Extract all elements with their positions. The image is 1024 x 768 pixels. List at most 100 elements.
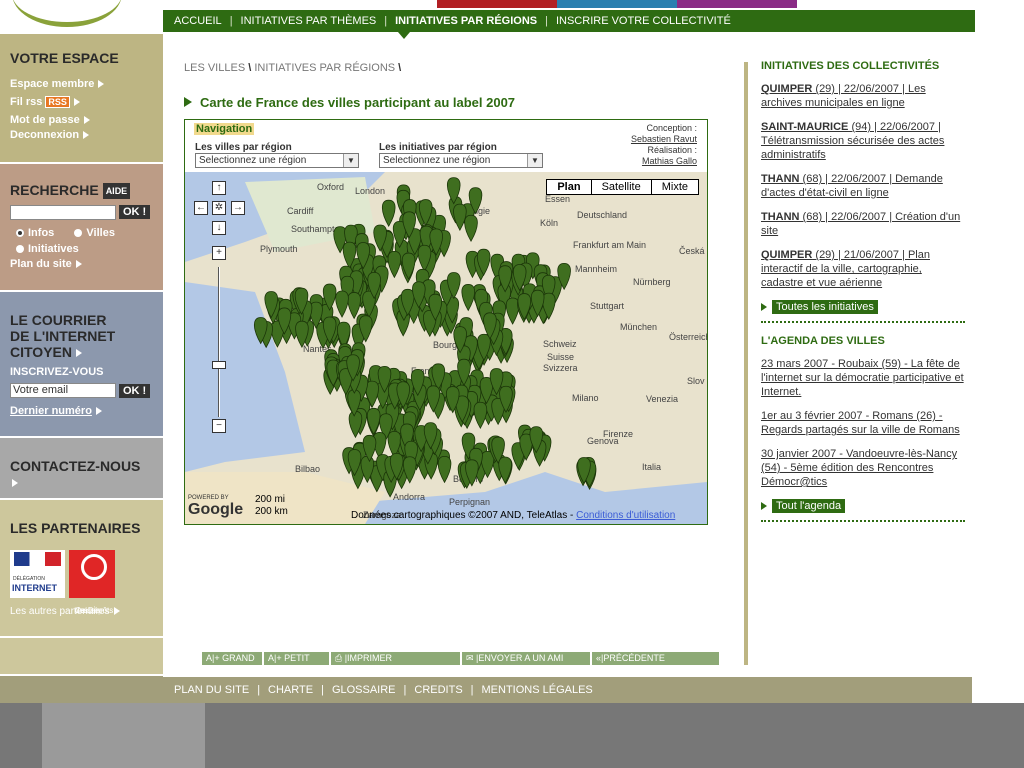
- radio-initiatives[interactable]: [16, 245, 24, 254]
- map-label: Oxford: [317, 182, 344, 192]
- map-label: Andorra: [393, 492, 425, 502]
- copyright-text: Données cartographiques ©2007 AND, TeleA…: [351, 510, 574, 521]
- search-ok-button[interactable]: OK !: [119, 205, 151, 220]
- nav-accueil[interactable]: ACCUEIL: [174, 15, 222, 27]
- terms-link[interactable]: Conditions d'utilisation: [576, 510, 675, 521]
- zoom-in-icon[interactable]: +: [212, 246, 226, 260]
- top-bar-purple: [677, 0, 797, 8]
- initiative-item[interactable]: QUIMPER (29) | 22/06/2007 | Les archives…: [761, 82, 965, 110]
- nav-regions[interactable]: INITIATIVES PAR RÉGIONS: [395, 15, 537, 27]
- initiatives-list: QUIMPER (29) | 22/06/2007 | Les archives…: [761, 82, 965, 290]
- rss-link[interactable]: Fil rss RSS: [10, 96, 153, 108]
- initiative-item[interactable]: THANN (68) | 22/06/2007 | Création d'un …: [761, 210, 965, 238]
- font-bigger-button[interactable]: A|+ GRAND: [202, 652, 262, 665]
- google-map[interactable]: London Cardiff Oxford Southampton Plymouth Be…: [185, 172, 707, 524]
- map-label: Slov: [687, 376, 705, 386]
- radio-villes-label: Villes: [86, 227, 115, 240]
- taskbar-window-button[interactable]: [42, 703, 205, 768]
- map-label: Venezia: [646, 394, 678, 404]
- print-button[interactable]: ⎙ |IMPRIMER: [331, 652, 460, 665]
- search-options-2: Initiatives: [10, 243, 153, 255]
- pan-up-icon[interactable]: ↑: [212, 181, 226, 195]
- radio-infos[interactable]: [16, 229, 24, 238]
- footer-plan[interactable]: PLAN DU SITE: [174, 684, 249, 696]
- pan-right-icon[interactable]: →: [231, 201, 245, 215]
- map-label: Frankfurt am Main: [573, 240, 646, 250]
- map-type-plan[interactable]: Plan: [547, 180, 590, 194]
- nav-separator: |: [384, 15, 388, 27]
- plan-site-link[interactable]: Plan du site: [10, 258, 153, 270]
- map-label: Perpignan: [449, 497, 490, 507]
- map-label: London: [355, 186, 385, 196]
- rss-icon: RSS: [45, 96, 70, 108]
- map-type-satellite[interactable]: Satellite: [590, 180, 651, 194]
- footer-charte[interactable]: CHARTE: [268, 684, 313, 696]
- footer-mentions[interactable]: MENTIONS LÉGALES: [482, 684, 593, 696]
- initiative-city: SAINT-MAURICE: [761, 121, 849, 133]
- initiatives-region-select[interactable]: Selectionnez une région: [379, 153, 543, 168]
- arrow-right-icon: [73, 98, 80, 107]
- search-title-label: RECHERCHE: [10, 182, 99, 198]
- logout-link[interactable]: Deconnexion: [10, 129, 153, 141]
- arrow-right-icon: [761, 502, 767, 510]
- espace-membre-link[interactable]: Espace membre: [10, 78, 153, 90]
- delegation-internet-logo[interactable]: DÉLÉGATION INTERNET: [10, 550, 65, 598]
- map-type-mixte[interactable]: Mixte: [650, 180, 698, 194]
- sidebar-spacer: [0, 638, 163, 676]
- map-label: Italia: [642, 462, 661, 472]
- font-smaller-button[interactable]: A|+ PETIT: [264, 652, 329, 665]
- arrow-right-icon: [83, 131, 90, 140]
- arrow-right-icon: [98, 80, 105, 89]
- zoom-out-icon[interactable]: −: [212, 419, 226, 433]
- partners-box: LES PARTENAIRES DÉLÉGATION INTERNET Caiss…: [0, 500, 163, 638]
- subscribe-ok-button[interactable]: OK !: [119, 383, 151, 398]
- conception-name-link[interactable]: Sebastien Ravut: [631, 134, 697, 144]
- initiative-item[interactable]: QUIMPER (29) | 21/06/2007 | Plan interac…: [761, 248, 965, 290]
- agenda-list: 23 mars 2007 - Roubaix (59) - La fête de…: [761, 357, 965, 489]
- zoom-slider[interactable]: [212, 267, 226, 417]
- footer-glossaire[interactable]: GLOSSAIRE: [332, 684, 396, 696]
- title-arrow-icon: [184, 97, 192, 107]
- previous-button[interactable]: «|PRÉCÉDENTE: [592, 652, 719, 665]
- help-button[interactable]: AIDE: [102, 183, 131, 200]
- all-agenda-button[interactable]: Tout l'agenda: [761, 499, 965, 513]
- radio-villes[interactable]: [74, 229, 83, 238]
- nav-themes[interactable]: INITIATIVES PAR THÈMES: [241, 15, 377, 27]
- all-initiatives-button[interactable]: Toutes les initiatives: [761, 300, 965, 314]
- caisse-depots-logo[interactable]: Caisse desDépôts: [69, 550, 115, 615]
- email-field[interactable]: Votre email: [10, 383, 116, 399]
- map-canvas[interactable]: LondonCardiffOxfordSouthamptonPlymouthBe…: [185, 172, 707, 524]
- send-friend-button[interactable]: ✉ |ENVOYER A UN AMI: [462, 652, 590, 665]
- map-label: Česká: [679, 246, 705, 256]
- breadcrumb-villes[interactable]: LES VILLES: [184, 62, 245, 74]
- map-label: Nürnberg: [633, 277, 671, 287]
- password-link[interactable]: Mot de passe: [10, 114, 153, 126]
- agenda-item[interactable]: 30 janvier 2007 - Vandoeuvre-lès-Nancy (…: [761, 447, 965, 489]
- realisation-name-link[interactable]: Mathias Gallo: [642, 156, 697, 166]
- map-label: Köln: [540, 218, 558, 228]
- radio-initiatives-label: Initiatives: [28, 243, 79, 256]
- zoom-knob[interactable]: [212, 361, 226, 369]
- agenda-item[interactable]: 23 mars 2007 - Roubaix (59) - La fête de…: [761, 357, 965, 399]
- courrier-title[interactable]: LE COURRIER DE L'INTERNET CITOYEN: [10, 312, 153, 360]
- conception-label: Conception :: [646, 123, 697, 133]
- pan-down-icon[interactable]: ↓: [212, 221, 226, 235]
- pan-center-icon[interactable]: ✲: [212, 201, 226, 215]
- site-logo[interactable]: [0, 0, 163, 34]
- initiatives-title: INITIATIVES DES COLLECTIVITÉS: [761, 60, 940, 72]
- initiative-city: QUIMPER: [761, 83, 813, 95]
- initiative-item[interactable]: SAINT-MAURICE (94) | 22/06/2007 | Télétr…: [761, 120, 965, 162]
- search-input[interactable]: [10, 204, 116, 220]
- arrow-right-icon: [95, 407, 102, 416]
- last-issue-link[interactable]: Dernier numéro: [10, 405, 153, 417]
- nav-inscrire[interactable]: INSCRIRE VOTRE COLLECTIVITÉ: [556, 15, 731, 27]
- courrier-title-line3: CITOYEN: [10, 344, 72, 360]
- agenda-item[interactable]: 1er au 3 février 2007 - Romans (26) - Re…: [761, 409, 965, 437]
- contact-box[interactable]: CONTACTEZ-NOUS: [0, 438, 163, 500]
- google-logo[interactable]: POWERED BY Google: [188, 495, 243, 519]
- breadcrumb-regions[interactable]: INITIATIVES PAR RÉGIONS: [254, 62, 395, 74]
- initiative-item[interactable]: THANN (68) | 22/06/2007 | Demande d'acte…: [761, 172, 965, 200]
- footer-credits[interactable]: CREDITS: [414, 684, 462, 696]
- pan-left-icon[interactable]: ←: [194, 201, 208, 215]
- villes-region-select[interactable]: Selectionnez une région: [195, 153, 359, 168]
